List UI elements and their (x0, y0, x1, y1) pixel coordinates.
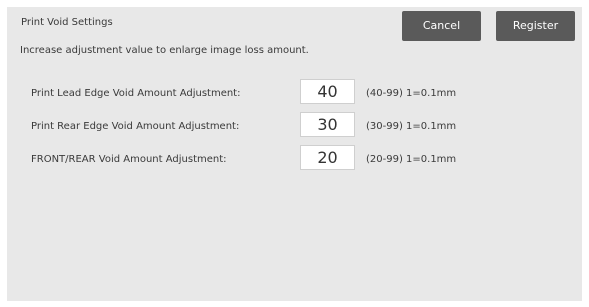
lead-edge-range-text: (40-99) 1=0.1mm (366, 88, 457, 99)
register-button[interactable]: Register (496, 11, 575, 41)
lead-edge-label: Print Lead Edge Void Amount Adjustment: (31, 88, 241, 99)
front-rear-range-text: (20-99) 1=0.1mm (366, 154, 457, 165)
page-title: Print Void Settings (21, 17, 113, 28)
rear-edge-range-text: (30-99) 1=0.1mm (366, 121, 457, 132)
rear-edge-label: Print Rear Edge Void Amount Adjustment: (31, 121, 240, 132)
front-rear-label: FRONT/REAR Void Amount Adjustment: (31, 154, 227, 165)
settings-panel: Print Void Settings Cancel Register Incr… (7, 7, 582, 301)
lead-edge-value-input[interactable]: 40 (300, 79, 355, 104)
rear-edge-value-input[interactable]: 30 (300, 112, 355, 137)
cancel-button[interactable]: Cancel (402, 11, 481, 41)
front-rear-value-input[interactable]: 20 (300, 145, 355, 170)
instruction-text: Increase adjustment value to enlarge ima… (20, 45, 309, 56)
